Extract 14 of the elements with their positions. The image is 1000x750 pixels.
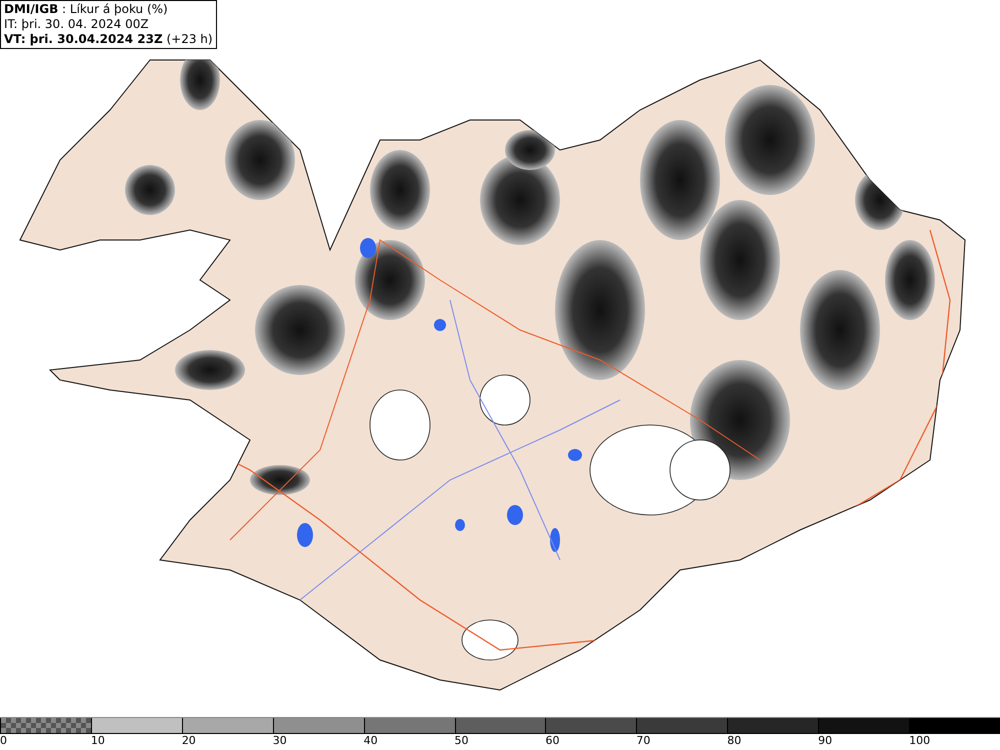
legend-label: 50 xyxy=(454,734,469,748)
legend-label: 90 xyxy=(818,734,832,748)
legend-label: 40 xyxy=(364,734,378,748)
legend-label: 70 xyxy=(636,734,650,748)
legend-label: 20 xyxy=(182,734,196,748)
legend-label: 100 xyxy=(909,734,930,748)
info-text: VT: þri. 30.04.2024 23Z (+23 h) xyxy=(4,32,213,47)
legend-label: 10 xyxy=(90,734,105,748)
legend-label: 30 xyxy=(272,734,287,748)
legend-label: 80 xyxy=(727,734,742,748)
legend-label: 60 xyxy=(545,734,560,748)
info-text: DMI/IGB : Líkur á þoku (%) xyxy=(4,2,169,17)
info-text: IT: þri. 30. 04. 2024 00Z xyxy=(4,17,150,32)
legend-label: 0 xyxy=(0,734,7,748)
